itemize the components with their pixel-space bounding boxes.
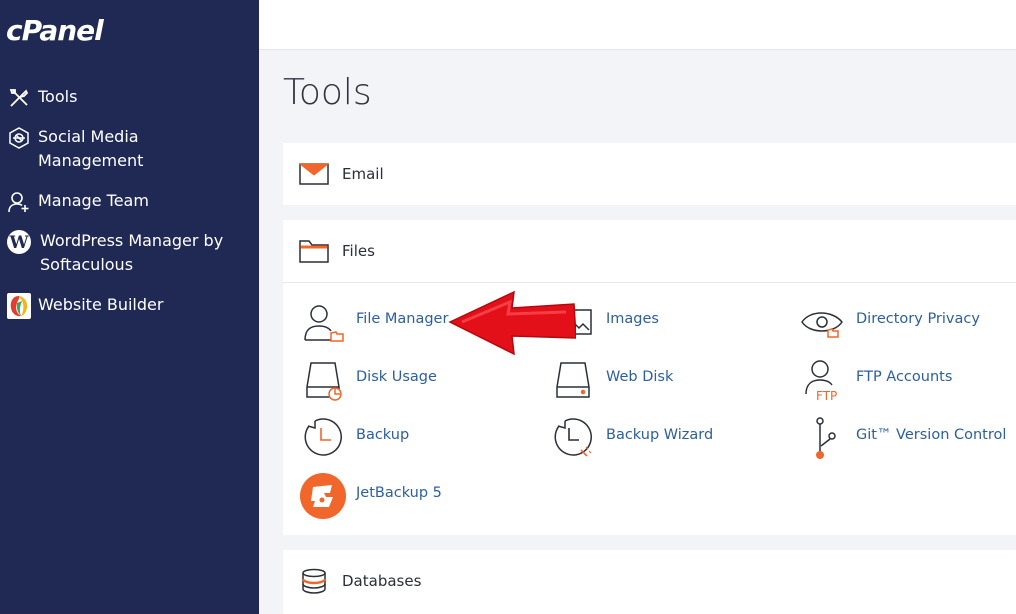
svg-text:W: W xyxy=(8,233,29,253)
backup-wizard-link[interactable]: Backup Wizard xyxy=(549,414,779,462)
disk-usage-icon xyxy=(299,356,347,404)
file-manager-icon xyxy=(299,298,347,346)
web-disk-icon xyxy=(549,356,597,404)
images-icon xyxy=(549,298,597,346)
folder-icon xyxy=(299,236,329,266)
backup-wizard-icon xyxy=(549,414,597,462)
disk-usage-link[interactable]: Disk Usage xyxy=(299,356,529,404)
eye-icon xyxy=(799,298,847,346)
files-panel-header[interactable]: Files xyxy=(283,220,1016,282)
jetbackup-link[interactable]: JetBackup 5 xyxy=(299,472,529,520)
sidebar-item-tools[interactable]: Tools xyxy=(0,85,259,111)
sidebar-item-label: Tools xyxy=(38,87,78,106)
top-bar xyxy=(259,0,1016,50)
wordpress-icon: W xyxy=(6,229,32,255)
tool-label: Disk Usage xyxy=(356,369,437,385)
tool-label: Backup xyxy=(356,427,410,443)
sidebar-item-website-builder[interactable]: Website Builder xyxy=(0,293,259,319)
sidebar-item-label: WordPress Manager by Softaculous xyxy=(40,231,224,274)
jetbackup-icon xyxy=(299,472,347,520)
sidebar-item-manage-team[interactable]: Manage Team xyxy=(0,189,259,215)
sidebar-item-social-media[interactable]: Social Media Management xyxy=(0,125,259,175)
email-panel: Email xyxy=(283,143,1016,205)
tool-label: FTP Accounts xyxy=(856,369,953,385)
files-section-label: Files xyxy=(342,242,375,260)
directory-privacy-link[interactable]: Directory Privacy xyxy=(799,298,1016,346)
tools-icon xyxy=(6,85,32,111)
manage-team-icon xyxy=(6,189,32,215)
website-builder-icon xyxy=(6,293,32,319)
social-media-icon xyxy=(6,125,32,151)
databases-section-label: Databases xyxy=(342,572,422,590)
tool-label: Web Disk xyxy=(606,369,674,385)
file-manager-link[interactable]: File Manager xyxy=(299,298,529,346)
databases-panel-header[interactable]: Databases xyxy=(283,550,1016,612)
tool-label: Images xyxy=(606,311,659,327)
tool-label: Git™ Version Control xyxy=(856,427,1007,443)
files-panel: Files File Manager Images Directory Priv… xyxy=(283,220,1016,535)
tool-label: JetBackup 5 xyxy=(356,485,442,501)
backup-icon xyxy=(299,414,347,462)
git-icon xyxy=(799,414,847,462)
sidebar-item-label: Social Media Management xyxy=(38,127,144,170)
tool-label: Directory Privacy xyxy=(856,311,980,327)
cpanel-logo[interactable]: cPanel xyxy=(6,14,104,47)
sidebar-item-label: Website Builder xyxy=(38,295,164,314)
web-disk-link[interactable]: Web Disk xyxy=(549,356,779,404)
page-title: Tools xyxy=(283,72,372,113)
email-panel-header[interactable]: Email xyxy=(283,143,1016,205)
ftp-accounts-link[interactable]: FTP FTP Accounts xyxy=(799,356,1016,404)
ftp-accounts-icon: FTP xyxy=(799,356,847,404)
database-icon xyxy=(299,566,329,596)
envelope-icon xyxy=(299,159,329,189)
git-version-control-link[interactable]: Git™ Version Control xyxy=(799,414,1016,462)
ftp-badge: FTP xyxy=(816,389,837,402)
backup-link[interactable]: Backup xyxy=(299,414,529,462)
tool-label: Backup Wizard xyxy=(606,427,714,443)
images-link[interactable]: Images xyxy=(549,298,779,346)
tool-label: File Manager xyxy=(356,311,449,327)
files-panel-divider xyxy=(283,282,1016,283)
databases-panel: Databases xyxy=(283,550,1016,614)
sidebar-item-wordpress[interactable]: W WordPress Manager by Softaculous xyxy=(0,229,259,279)
sidebar: cPanel Tools Social Media Management Man… xyxy=(0,0,259,614)
sidebar-item-label: Manage Team xyxy=(38,191,149,210)
email-section-label: Email xyxy=(342,165,384,183)
